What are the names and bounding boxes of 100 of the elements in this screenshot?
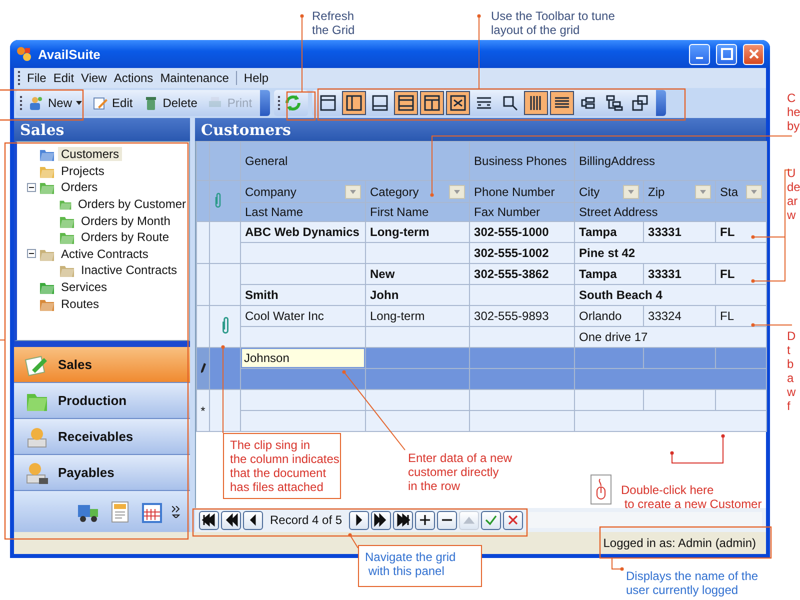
column-header[interactable]: Company (240, 180, 366, 202)
remove-button[interactable] (437, 510, 458, 530)
tree-item[interactable]: Active Contracts (58, 246, 152, 261)
toolbar-button[interactable]: Delete (138, 93, 202, 113)
prev-button[interactable] (243, 510, 263, 530)
callout-note: Navigate the grid with this panel (358, 545, 482, 587)
toolbar-button[interactable]: New (24, 93, 86, 113)
column-header[interactable]: Street Address (574, 202, 767, 222)
layout-tool-button[interactable] (394, 91, 418, 115)
row-indicator[interactable] (196, 348, 210, 390)
column-header[interactable]: City (574, 180, 644, 202)
toolbar-button[interactable]: Edit (88, 93, 137, 113)
column-header[interactable]: Sta (716, 180, 767, 202)
maximize-button[interactable] (716, 44, 737, 64)
callout-note: U de ar w (786, 165, 800, 223)
minimize-button[interactable] (689, 44, 710, 64)
column-group-header[interactable]: BillingAddress (574, 142, 767, 180)
collapse-toggle-icon[interactable] (27, 249, 36, 258)
column-label: Category (370, 184, 419, 198)
maximize-icon (720, 48, 732, 60)
row-indicator[interactable]: * (196, 390, 210, 432)
layout-icon (630, 93, 650, 113)
column-header[interactable]: Category (366, 180, 470, 202)
layout-tool-button[interactable] (342, 91, 366, 115)
panel-header: Customers (195, 118, 766, 141)
layout-icon (604, 93, 624, 113)
menu-item[interactable]: Actions (114, 71, 154, 85)
tree-item[interactable]: Services (58, 280, 110, 294)
grip-handle[interactable] (18, 71, 20, 85)
table-cell: 302-555-1000 (470, 222, 575, 242)
tree-item[interactable]: Orders by Customer (74, 197, 189, 212)
last-button[interactable] (393, 510, 414, 530)
close-button[interactable] (743, 44, 764, 64)
layout-tool-button[interactable] (420, 91, 444, 115)
table-cell: 33331 (644, 264, 716, 284)
column-group-header[interactable]: Business Phones (470, 142, 575, 180)
toolbar-overflow-button[interactable] (656, 90, 666, 116)
paperclip-icon (220, 316, 230, 334)
tree-item[interactable]: Routes (58, 296, 102, 311)
horizontal-scrollbar[interactable] (529, 512, 762, 528)
toolbar-overflow-button[interactable] (260, 90, 270, 116)
layout-icon (448, 93, 468, 113)
grip-handle[interactable] (278, 96, 280, 110)
table-cell: Cool Water Inc (240, 306, 366, 326)
menu-item[interactable]: Edit (53, 71, 74, 85)
column-header[interactable]: Phone Number (470, 180, 575, 202)
menu-item[interactable]: View (81, 71, 107, 85)
column-header[interactable]: First Name (366, 202, 470, 222)
apply-button[interactable] (481, 510, 502, 530)
next-button[interactable] (349, 510, 370, 530)
table-cell: 302-555-3862 (470, 264, 575, 284)
nav-pane-button[interactable]: Sales (14, 347, 190, 383)
column-header[interactable]: Fax Number (470, 202, 575, 222)
column-label: Company (245, 184, 296, 198)
column-label: Zip (648, 184, 665, 198)
table-cell: Long-term (366, 222, 470, 242)
column-header[interactable]: Zip (644, 180, 716, 202)
arrow-icon (200, 511, 218, 529)
nav-pane-button[interactable]: Production (14, 383, 190, 419)
chevron-icon[interactable] (172, 506, 180, 518)
first-button[interactable] (199, 510, 219, 530)
column-label: Sta (720, 184, 738, 198)
add-button[interactable] (415, 510, 436, 530)
tree-item[interactable]: Orders (58, 180, 101, 194)
tree-item[interactable]: Orders by Route (78, 230, 172, 244)
layout-tool-button[interactable] (446, 91, 470, 115)
row-header (196, 142, 210, 180)
nav-pane-button[interactable]: Receivables (14, 419, 190, 455)
layout-tool-button[interactable] (550, 91, 574, 115)
column-group-header[interactable]: General (240, 142, 470, 180)
layout-tool-button[interactable] (524, 91, 548, 115)
table-cell: John (366, 284, 470, 306)
table-cell (574, 390, 644, 410)
minimize-icon (696, 57, 703, 59)
table-cell: 33324 (644, 306, 716, 326)
grip-handle[interactable] (20, 96, 22, 110)
nav-pane-button[interactable]: Payables (14, 455, 190, 491)
table-cell (716, 390, 767, 410)
refresh-icon (284, 94, 302, 112)
menu-item[interactable]: File (27, 71, 46, 85)
tree-item[interactable]: Inactive Contracts (78, 263, 180, 278)
table-cell: Orlando (574, 306, 644, 326)
table-cell: Tampa (574, 222, 644, 242)
menu-item[interactable]: Help (236, 71, 269, 85)
splitter-handle[interactable] (14, 341, 190, 347)
tree-item[interactable]: Customers (58, 147, 122, 162)
layout-icon (318, 93, 338, 113)
input-field[interactable]: Johnson (242, 349, 364, 367)
callout-note: The clip sing in the column indicates that the document has files attached (223, 433, 341, 499)
tree-item[interactable]: Projects (58, 164, 108, 178)
cancel-button[interactable] (503, 510, 524, 530)
tree-item[interactable]: Orders by Month (78, 214, 174, 228)
leader-line (751, 323, 792, 327)
layout-icon (396, 93, 416, 113)
table-cell: ABC Web Dynamics (240, 222, 366, 242)
column-header[interactable]: Last Name (240, 202, 366, 222)
collapse-toggle-icon[interactable] (27, 182, 36, 192)
prev-page-button[interactable] (221, 510, 241, 530)
menu-item[interactable]: Maintenance (160, 71, 229, 85)
next-page-button[interactable] (371, 510, 392, 530)
